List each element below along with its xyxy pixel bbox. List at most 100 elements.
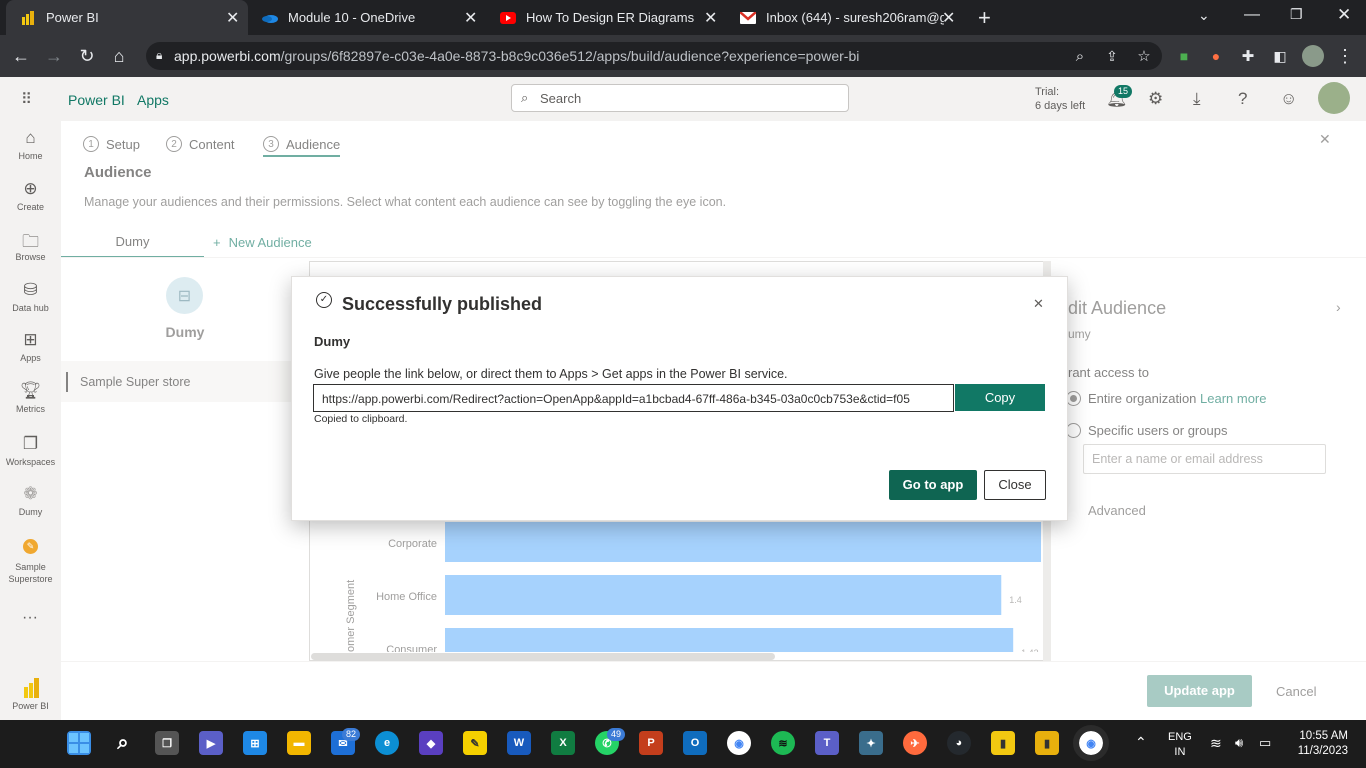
url-host: app.powerbi.com [174, 48, 281, 64]
rail-label: Power BI [12, 701, 49, 711]
volume-icon[interactable]: 🔊︎ [1235, 735, 1243, 751]
datahub-icon: ⛁ [23, 280, 38, 299]
language-indicator[interactable]: ENG IN [1168, 730, 1192, 760]
powerbi-icon [20, 10, 36, 26]
chrome-active-icon[interactable]: ◉ [1073, 725, 1109, 761]
search-placeholder: Search [540, 90, 582, 106]
profile-avatar[interactable] [1302, 45, 1324, 67]
rail-label: Sample Superstore [8, 562, 53, 584]
rail-item-datahub[interactable]: ⛁ Data hub [0, 280, 61, 313]
teams-chat-icon[interactable]: ▶ [199, 731, 223, 755]
outlook-icon[interactable]: O [683, 731, 707, 755]
teams-icon[interactable]: T [815, 731, 839, 755]
clock[interactable]: 10:55 AM 11/3/2023 [1288, 729, 1348, 759]
powerbi-report-icon[interactable]: ▮ [1035, 731, 1059, 755]
sticky-notes-icon[interactable]: ✎ [463, 731, 487, 755]
browser-tab-youtube[interactable]: How To Design ER Diagrams Onl ✕ [486, 0, 726, 35]
store-icon[interactable]: ⊞ [243, 731, 267, 755]
edge-icon[interactable]: e [375, 731, 399, 755]
start-icon[interactable] [67, 731, 91, 755]
rail-item-browse[interactable]: 🗀︎ Browse [0, 229, 61, 262]
word-icon[interactable]: W [507, 731, 531, 755]
feedback-icon[interactable]: ☺ [1280, 89, 1297, 109]
rail-item-metrics[interactable]: 🏆︎ Metrics [0, 381, 61, 414]
spotify-icon[interactable]: ≋ [771, 731, 795, 755]
extension-icon[interactable]: ● [1205, 45, 1227, 67]
dialog-close-icon[interactable]: ✕ [1033, 296, 1044, 312]
rail-item-create[interactable]: ⊕ Create [0, 179, 61, 212]
go-to-app-button[interactable]: Go to app [889, 470, 977, 500]
rail-item-apps[interactable]: ⊞ Apps [0, 330, 61, 363]
rail-item-dumy[interactable]: ❁ Dumy [0, 484, 61, 517]
search-input[interactable]: ⌕ Search [511, 84, 849, 112]
browser-menu-icon[interactable]: ⋮ [1334, 45, 1356, 67]
dialog-title: Successfully published [342, 294, 543, 314]
time-label: 10:55 AM [1299, 730, 1348, 742]
powerbi-logo-icon [0, 678, 61, 698]
meet-extension-icon[interactable]: ■ [1173, 45, 1195, 67]
excel-icon[interactable]: X [551, 731, 575, 755]
browser-tab-powerbi[interactable]: Power BI ✕ [6, 0, 248, 35]
tray-chevron-icon[interactable]: ⌃ [1135, 734, 1147, 751]
search-taskbar-icon[interactable]: ⌕ [111, 731, 135, 755]
rail-powerbi-logo[interactable]: Power BI [0, 678, 61, 711]
bookmark-star-icon[interactable]: ☆ [1133, 45, 1155, 67]
mysql-workbench-icon[interactable]: ✦ [859, 731, 883, 755]
share-icon[interactable]: ⇪ [1101, 45, 1123, 67]
lock-icon: 🔒︎ [156, 48, 163, 62]
wifi-icon[interactable]: ≋ [1210, 735, 1222, 752]
rail-item-workspaces[interactable]: ❐ Workspaces [0, 434, 61, 467]
reload-icon[interactable]: ↻ [76, 45, 98, 67]
section-name[interactable]: Apps [137, 92, 169, 108]
copy-button[interactable]: Copy [955, 384, 1045, 411]
app-launcher-icon[interactable]: ⠿ [21, 90, 33, 108]
close-tab-icon[interactable]: ✕ [226, 8, 239, 28]
help-icon[interactable]: ? [1238, 89, 1247, 109]
close-tab-icon[interactable]: ✕ [942, 8, 955, 28]
search-icon: ⌕ [521, 90, 529, 105]
rail-label: Dumy [18, 507, 43, 517]
date-label: 11/3/2023 [1297, 745, 1348, 757]
settings-gear-icon[interactable]: ⚙ [1148, 89, 1163, 109]
back-icon[interactable]: ← [10, 45, 32, 67]
powerbi-desktop-icon[interactable]: ▮ [991, 731, 1015, 755]
extensions-puzzle-icon[interactable]: ✚ [1237, 45, 1259, 67]
workspaces-icon: ❐ [22, 434, 39, 453]
rail-label: Metrics [16, 404, 45, 414]
home-icon: ⌂ [25, 128, 36, 147]
close-tab-icon[interactable]: ✕ [704, 8, 717, 28]
rail-item-home[interactable]: ⌂ Home [0, 128, 61, 161]
battery-icon[interactable]: ▭ [1259, 735, 1271, 751]
tab-title: Inbox (644) - suresh206ram@gm [766, 10, 944, 25]
brand-name[interactable]: Power BI [68, 92, 125, 108]
more-icon[interactable]: ··· [22, 609, 38, 627]
download-icon[interactable]: ⤓ [1193, 89, 1201, 109]
github-icon[interactable]: ◕ [947, 731, 971, 755]
workspace-superstore-icon: ✎ [0, 538, 61, 558]
close-tab-icon[interactable]: ✕ [464, 8, 477, 28]
zoom-search-icon[interactable]: ⌕ [1069, 45, 1091, 67]
file-explorer-icon[interactable]: ▬ [287, 731, 311, 755]
window-close-icon[interactable]: ✕ [1337, 5, 1351, 25]
task-view-icon[interactable]: ❐ [155, 731, 179, 755]
copied-note: Copied to clipboard. [314, 413, 408, 425]
address-bar[interactable]: 🔒︎ app.powerbi.com/groups/6f82897e-c03e-… [146, 42, 1162, 70]
postman-icon[interactable]: ✈ [903, 731, 927, 755]
app-icon[interactable]: ◆ [419, 731, 443, 755]
restore-icon[interactable]: ❐ [1290, 6, 1303, 23]
browser-tab-onedrive[interactable]: Module 10 - OneDrive ✕ [248, 0, 486, 35]
app-link-field[interactable]: https://app.powerbi.com/Redirect?action=… [313, 384, 954, 412]
chrome-icon[interactable]: ◉ [727, 731, 751, 755]
side-panel-icon[interactable]: ◧ [1269, 45, 1291, 67]
rail-item-superstore[interactable]: ✎ Sample Superstore [0, 538, 61, 585]
tab-search-icon[interactable]: ⌄ [1198, 7, 1210, 24]
browser-tab-gmail[interactable]: Inbox (644) - suresh206ram@gm ✕ [726, 0, 964, 35]
minimize-icon[interactable]: — [1244, 6, 1260, 24]
home-browser-icon[interactable]: ⌂ [108, 45, 130, 67]
powerpoint-icon[interactable]: P [639, 731, 663, 755]
user-avatar[interactable] [1318, 82, 1350, 114]
rail-label: Home [18, 151, 43, 161]
close-button[interactable]: Close [984, 470, 1046, 500]
forward-icon[interactable]: → [43, 45, 65, 67]
new-tab-icon[interactable]: + [978, 5, 991, 31]
